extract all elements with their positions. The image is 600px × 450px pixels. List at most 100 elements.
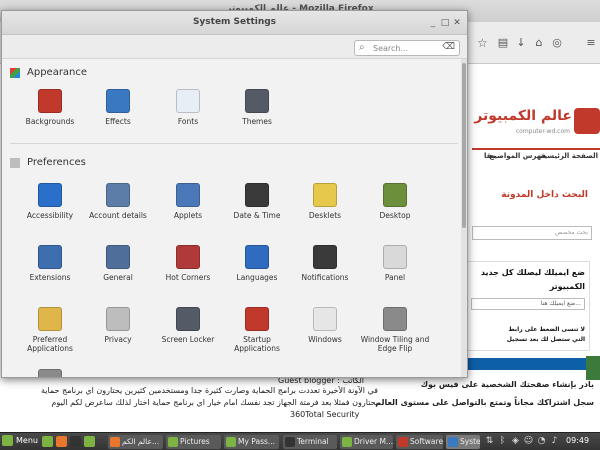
- taskbar-task[interactable]: Software...: [396, 435, 443, 449]
- settings-item-date-time[interactable]: Date & Time: [225, 183, 289, 237]
- mint-menu-icon: [2, 435, 13, 446]
- window-tiling-icon: [383, 307, 407, 331]
- taskbar-task[interactable]: My Pass...: [224, 435, 279, 449]
- settings-item-panel[interactable]: Panel: [363, 245, 427, 299]
- settings-item-preferred-applications[interactable]: Preferred Applications: [18, 307, 82, 361]
- settings-item-extensions[interactable]: Extensions: [18, 245, 82, 299]
- update-shield-icon[interactable]: ◈: [510, 436, 521, 447]
- facebook-banner[interactable]: [466, 358, 586, 370]
- menu-button[interactable]: Menu: [2, 435, 38, 449]
- task-app-icon: [398, 437, 408, 447]
- settings-item-desklets[interactable]: Desklets: [293, 183, 357, 237]
- side-headline-2[interactable]: سجل اشتراكك مجاناً وتمتع بالتواصل على مس…: [375, 398, 594, 407]
- settings-item-languages[interactable]: Languages: [225, 245, 289, 299]
- settings-item-desktop[interactable]: Desktop: [363, 183, 427, 237]
- reading-list-icon[interactable]: ▤: [496, 36, 510, 50]
- article-line-3: 360Total Security: [290, 410, 360, 419]
- settings-item-windows[interactable]: Windows: [293, 307, 357, 361]
- side-image: [586, 356, 600, 380]
- site-search-input[interactable]: بحث مخصص: [472, 226, 592, 240]
- settings-item-workspaces[interactable]: Workspaces: [18, 369, 82, 377]
- settings-scrollbar[interactable]: [461, 59, 467, 377]
- site-logo-sub: computer-wd.com: [515, 128, 570, 135]
- maximize-icon[interactable]: □: [439, 17, 451, 29]
- settings-search-input[interactable]: ⌕ Search... ⌫: [354, 40, 460, 56]
- taskbar-task[interactable]: Driver M...: [340, 435, 393, 449]
- minimize-icon[interactable]: _: [427, 17, 439, 29]
- settings-item-accessibility[interactable]: Accessibility: [18, 183, 82, 237]
- subscribe-title: ضع ايميلك ليصلك كل جديد: [480, 268, 585, 277]
- terminal-launcher-icon[interactable]: [70, 436, 81, 447]
- show-desktop-icon[interactable]: [42, 436, 53, 447]
- settings-item-hot-corners[interactable]: Hot Corners: [156, 245, 220, 299]
- settings-item-label: Extensions: [29, 273, 71, 282]
- nav-home[interactable]: الصفحة الرئيسية: [540, 152, 598, 160]
- files-launcher-icon[interactable]: [84, 436, 95, 447]
- task-label: My Pass...: [238, 437, 276, 446]
- user-icon[interactable]: ☺: [523, 436, 534, 447]
- settings-item-label: Notifications: [301, 273, 349, 282]
- task-label: Driver M...: [354, 437, 393, 446]
- settings-item-label: Account details: [89, 211, 147, 220]
- taskbar-task[interactable]: عالم الكم...: [108, 435, 163, 449]
- settings-item-screen-locker[interactable]: Screen Locker: [156, 307, 220, 361]
- settings-item-effects[interactable]: Effects: [86, 89, 150, 143]
- preferences-section-icon: [10, 158, 20, 168]
- taskbar-task[interactable]: Terminal: [283, 435, 337, 449]
- download-icon[interactable]: ↓: [514, 36, 528, 50]
- preferred-applications-icon: [38, 307, 62, 331]
- chat-icon[interactable]: ◎: [550, 36, 564, 50]
- task-label: Software...: [410, 437, 443, 446]
- subscribe-note-1: لا تنسى الضغط على رابط: [508, 326, 585, 333]
- section-preferences-label: Preferences: [27, 157, 86, 168]
- settings-item-themes[interactable]: Themes: [225, 89, 289, 143]
- settings-searchbar: ⌕ Search... ⌫: [2, 35, 467, 59]
- search-icon: ⌕: [359, 42, 365, 53]
- site-logo[interactable]: عالم الكمبيوتر computer-wd.com: [474, 104, 600, 144]
- nav-index[interactable]: فهرس المواضيع: [489, 152, 546, 160]
- extensions-icon: [38, 245, 62, 269]
- bluetooth-icon[interactable]: ᛒ: [497, 436, 508, 447]
- clear-search-icon[interactable]: ⌫: [442, 42, 455, 52]
- effects-icon: [106, 89, 130, 113]
- site-logo-mark-icon: [574, 108, 600, 134]
- task-label: عالم الكم...: [122, 437, 160, 446]
- applets-icon: [176, 183, 200, 207]
- volume-icon[interactable]: ♪: [549, 436, 560, 447]
- desklets-icon: [313, 183, 337, 207]
- site-search-title: البحث داخل المدونة: [501, 190, 588, 200]
- side-headline-1[interactable]: بادر بإنشاء صفحتك الشخصية على فيس بوك: [421, 380, 594, 389]
- home-icon[interactable]: ⌂: [532, 36, 546, 50]
- settings-titlebar[interactable]: System Settings _ □ ✕: [2, 11, 467, 35]
- hamburger-menu-icon[interactable]: ≡: [584, 36, 598, 50]
- settings-item-window-tiling[interactable]: Window Tiling and Edge Flip: [361, 307, 429, 361]
- taskbar-task[interactable]: Pictures: [166, 435, 221, 449]
- firefox-launcher-icon[interactable]: [56, 436, 67, 447]
- panel-icon: [383, 245, 407, 269]
- settings-item-privacy[interactable]: Privacy: [86, 307, 150, 361]
- site-logo-text: عالم الكمبيوتر: [474, 108, 572, 124]
- wifi-icon[interactable]: ◔: [536, 436, 547, 447]
- scrollbar-thumb[interactable]: [462, 63, 466, 228]
- network-icon[interactable]: ⇅: [484, 436, 495, 447]
- settings-item-general[interactable]: General: [86, 245, 150, 299]
- subscribe-note-2: التي ستصل لك بعد تسجيل: [506, 336, 585, 343]
- close-icon[interactable]: ✕: [451, 17, 463, 29]
- settings-item-startup-applications[interactable]: Startup Applications: [225, 307, 289, 361]
- clock[interactable]: 09:49: [566, 436, 589, 445]
- subscribe-box: ضع ايميلك ليصلك كل جديد الكمبيوتر ضع ايم…: [466, 261, 590, 351]
- taskbar-task[interactable]: System ...: [446, 435, 480, 449]
- task-app-icon: [110, 437, 120, 447]
- subscribe-email-input[interactable]: ضع ايميلك هنا...: [471, 298, 585, 310]
- nav-articles[interactable]: مقا: [484, 152, 496, 160]
- settings-item-applets[interactable]: Applets: [156, 183, 220, 237]
- settings-item-fonts[interactable]: Fonts: [156, 89, 220, 143]
- site-search-placeholder: بحث مخصص: [555, 229, 588, 236]
- settings-item-backgrounds[interactable]: Backgrounds: [18, 89, 82, 143]
- settings-item-notifications[interactable]: Notifications: [293, 245, 357, 299]
- settings-item-label: Desktop: [379, 211, 411, 220]
- bookmark-star-icon[interactable]: ☆: [477, 36, 493, 50]
- subscribe-title-2: الكمبيوتر: [549, 282, 585, 291]
- settings-item-account-details[interactable]: Account details: [86, 183, 150, 237]
- settings-body: Appearance Backgrounds Effects Fonts Themes…: [2, 59, 461, 377]
